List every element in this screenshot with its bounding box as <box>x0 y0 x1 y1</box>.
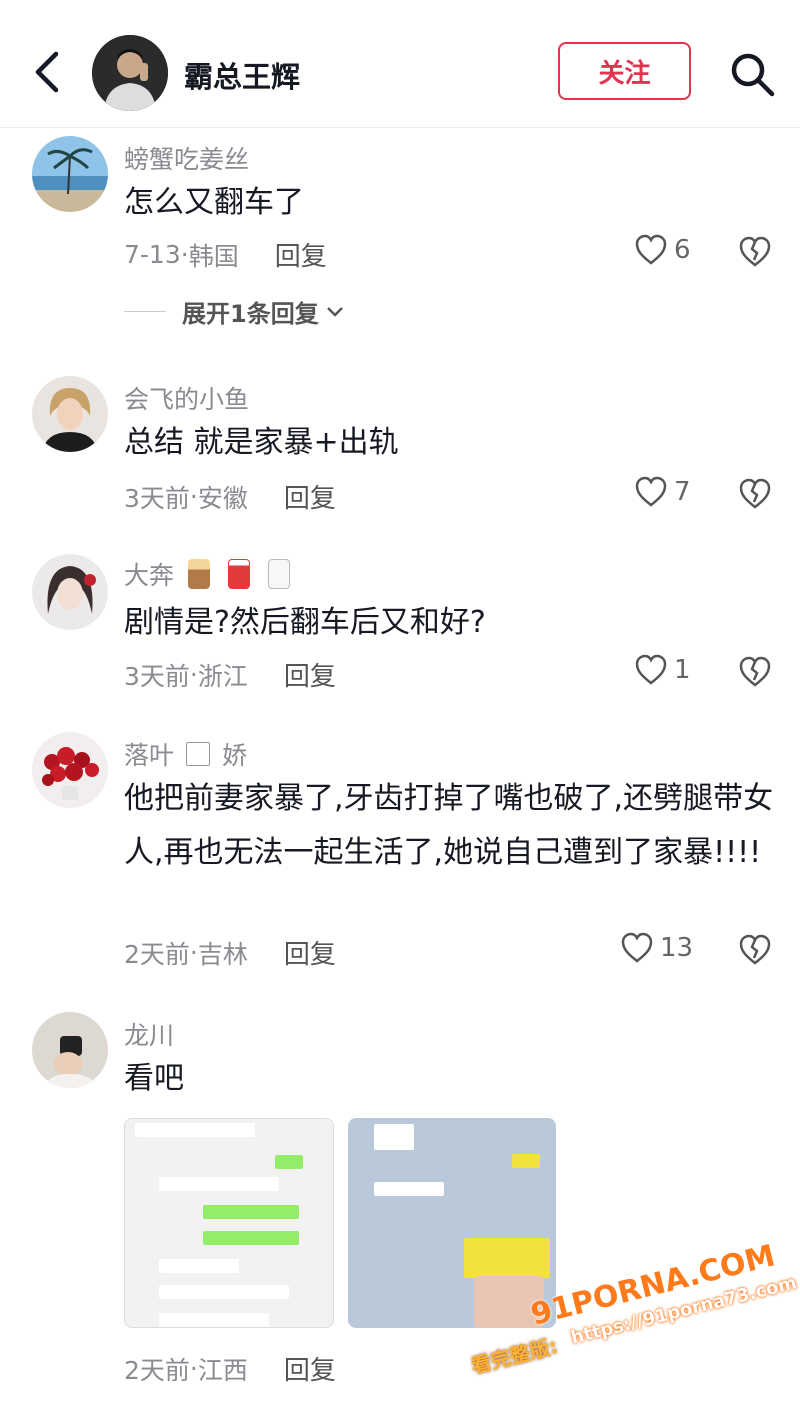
expand-replies-button[interactable]: 展开1条回复 <box>124 294 345 329</box>
like-button[interactable]: 13 <box>620 932 693 964</box>
comment-text: 总结 就是家暴+出轨 <box>124 425 399 460</box>
like-count: 7 <box>674 477 691 507</box>
avatar[interactable] <box>32 376 108 452</box>
comment-time: 3天前 <box>124 661 190 691</box>
missing-glyph-icon <box>186 742 211 766</box>
reply-button[interactable]: 回复 <box>284 934 336 971</box>
comment-meta: 3天前 · 安徽 回复 <box>124 478 336 515</box>
back-arrow-icon[interactable] <box>30 46 66 98</box>
watermark-tag: 看完整版: <box>468 1333 560 1379</box>
comment-location: 江西 <box>197 1355 248 1385</box>
heart-icon <box>635 476 667 507</box>
like-button[interactable]: 7 <box>634 476 691 508</box>
reply-button[interactable]: 回复 <box>284 478 336 515</box>
comment-time: 7-13 <box>124 240 181 269</box>
like-count: 1 <box>674 655 691 685</box>
drink-cup-emoji-icon <box>228 559 251 589</box>
comment-text: 剧情是?然后翻车后又和好? <box>124 605 486 640</box>
like-button[interactable]: 6 <box>634 234 691 266</box>
like-count: 13 <box>660 933 694 963</box>
comment-image-gallery <box>124 1118 556 1328</box>
comment-time: 3天前 <box>124 483 190 513</box>
reply-button[interactable]: 回复 <box>284 656 336 693</box>
top-bar: 霸总王辉 关注 <box>0 0 800 128</box>
comment-username[interactable]: 龙川 <box>124 1016 174 1052</box>
comment-meta: 2天前 · 江西 回复 <box>124 1350 336 1387</box>
broken-heart-icon[interactable] <box>738 478 772 510</box>
broken-heart-icon[interactable] <box>738 236 772 268</box>
avatar[interactable] <box>32 732 108 808</box>
avatar[interactable] <box>32 136 108 212</box>
reply-button[interactable]: 回复 <box>275 236 327 273</box>
comment-text: 看吧 <box>124 1061 184 1096</box>
author-name: 霸总王辉 <box>184 60 301 94</box>
broken-heart-icon[interactable] <box>738 656 772 688</box>
comment-text: 他把前妻家暴了,牙齿打掉了嘴也破了,还劈腿带女人,再也无法一起生活了,她说自己遭… <box>124 781 774 870</box>
reply-button[interactable]: 回复 <box>284 1350 336 1387</box>
like-count: 6 <box>674 235 691 265</box>
comment-username[interactable]: 会飞的小鱼 <box>124 380 249 416</box>
comment-meta: 2天前 · 吉林 回复 <box>124 934 336 971</box>
heart-icon <box>635 654 667 685</box>
milk-glass-emoji-icon <box>268 559 291 589</box>
bubble-tea-emoji-icon <box>188 559 211 589</box>
comment-location: 吉林 <box>197 939 248 969</box>
comment-time: 2天前 <box>124 939 190 969</box>
comment-location: 浙江 <box>197 661 248 691</box>
comment-location: 韩国 <box>188 241 239 271</box>
comment-time: 2天前 <box>124 1355 190 1385</box>
heart-icon <box>635 234 667 265</box>
comment-meta: 3天前 · 浙江 回复 <box>124 656 336 693</box>
comment-location: 安徽 <box>197 483 248 513</box>
chevron-down-icon <box>326 306 343 317</box>
search-icon[interactable] <box>728 50 776 98</box>
author-avatar[interactable] <box>92 35 168 111</box>
avatar[interactable] <box>32 554 108 630</box>
comment-meta: 7-13 · 韩国 回复 <box>124 236 327 273</box>
broken-heart-icon[interactable] <box>738 934 772 966</box>
heart-icon <box>621 932 653 963</box>
comment-text: 怎么又翻车了 <box>124 185 304 220</box>
comment-username[interactable]: 落叶 娇 <box>124 736 247 772</box>
follow-button[interactable]: 关注 <box>558 42 691 100</box>
comment-username[interactable]: 大奔 <box>124 556 291 592</box>
like-button[interactable]: 1 <box>634 654 691 686</box>
avatar[interactable] <box>32 1012 108 1088</box>
comment-username[interactable]: 螃蟹吃姜丝 <box>124 140 249 176</box>
chat-screenshot-image[interactable] <box>348 1118 556 1328</box>
chat-screenshot-image[interactable] <box>124 1118 334 1328</box>
